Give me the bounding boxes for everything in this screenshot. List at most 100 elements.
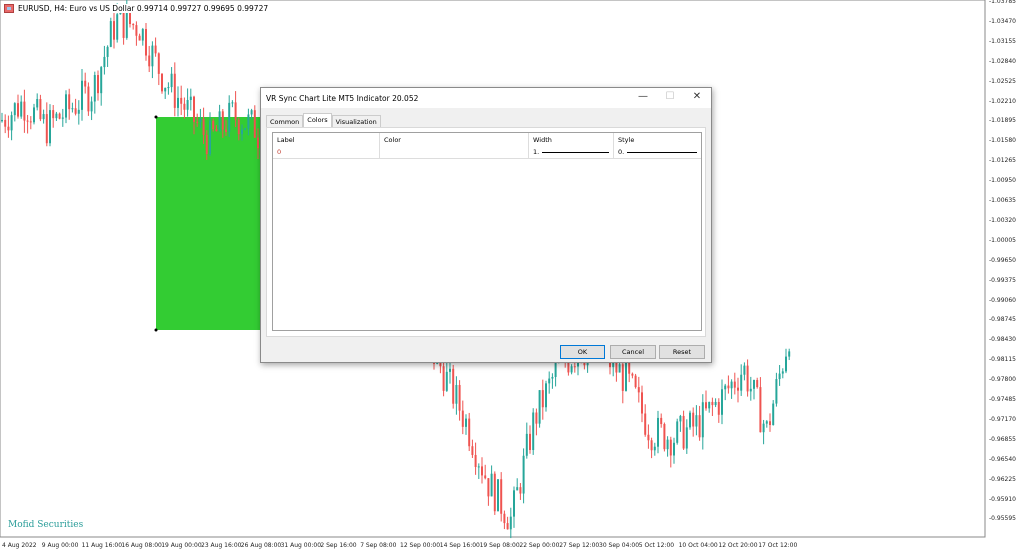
candle-body xyxy=(714,401,717,406)
tab-common[interactable]: Common xyxy=(266,115,304,127)
candle-body xyxy=(778,373,781,380)
candle-body xyxy=(93,75,96,102)
row-label[interactable]: 0 xyxy=(273,146,380,158)
candle-body xyxy=(695,415,698,427)
candle-body xyxy=(183,103,186,110)
candle-body xyxy=(212,120,215,130)
candle-body xyxy=(116,14,119,40)
table-row[interactable]: 0 1. 0. xyxy=(273,146,701,159)
candle-body xyxy=(445,371,448,391)
col-label[interactable]: Label xyxy=(273,133,380,146)
price-axis-label: -0.96540 xyxy=(989,455,1016,463)
candle-body xyxy=(45,114,48,144)
row-color[interactable] xyxy=(380,146,529,158)
candle-body xyxy=(33,107,35,123)
candle-body xyxy=(77,109,80,114)
candle-body xyxy=(567,362,570,373)
candle-body xyxy=(29,121,32,123)
candle-body xyxy=(529,433,531,451)
candle-body xyxy=(474,454,477,467)
candle-body xyxy=(493,473,496,512)
price-axis-label: -0.99650 xyxy=(989,256,1016,264)
candle-body xyxy=(461,410,464,427)
maximize-button[interactable]: ☐ xyxy=(660,91,680,102)
candle-body xyxy=(4,119,7,127)
candle-body xyxy=(666,439,669,450)
candle-body xyxy=(532,412,535,451)
rectangle-anchor xyxy=(154,115,158,119)
candle-body xyxy=(228,102,231,132)
price-axis-label: -0.98115 xyxy=(989,356,1016,364)
candle-body xyxy=(641,392,643,414)
tab-visualization[interactable]: Visualization xyxy=(331,115,381,127)
candle-body xyxy=(20,101,23,117)
candle-body xyxy=(749,388,752,392)
chart-title: EURUSD, H4: Euro vs US Dollar 0.99714 0.… xyxy=(4,4,269,13)
width-line-preview xyxy=(542,151,609,153)
candle-body xyxy=(692,412,695,427)
cancel-button[interactable]: Cancel xyxy=(610,345,656,359)
time-axis-label: 10 Oct 04:00 xyxy=(678,542,718,549)
candle-body xyxy=(199,118,202,122)
candle-body xyxy=(711,401,714,406)
candle-body xyxy=(132,24,135,26)
candle-body xyxy=(657,417,659,447)
col-style[interactable]: Style xyxy=(614,133,701,146)
price-axis-label: -1.00635 xyxy=(989,197,1016,204)
candle-body xyxy=(781,371,784,374)
candle-body xyxy=(170,73,173,88)
candle-body xyxy=(503,513,506,524)
candle-body xyxy=(231,102,234,104)
close-button[interactable]: ✕ xyxy=(687,91,707,102)
candle-body xyxy=(545,383,547,408)
candle-body xyxy=(13,103,16,116)
candle-body xyxy=(733,381,736,388)
candle-body xyxy=(468,418,471,447)
candle-body xyxy=(762,423,765,433)
candle-body xyxy=(49,110,51,144)
candle-body xyxy=(449,368,451,372)
price-axis-label: -0.97170 xyxy=(989,415,1016,423)
tab-colors[interactable]: Colors xyxy=(303,113,332,127)
candle-body xyxy=(743,365,746,375)
candle-body xyxy=(769,421,771,426)
price-axis-label: -1.02210 xyxy=(989,97,1016,105)
candle-body xyxy=(788,351,791,357)
candle-body xyxy=(730,381,733,389)
candle-body xyxy=(455,384,458,404)
price-axis-label: -1.03785 xyxy=(989,0,1016,5)
candle-body xyxy=(87,86,90,112)
time-axis-label: 23 Aug 16:00 xyxy=(201,542,242,549)
candle-body xyxy=(727,385,730,389)
price-axis-label: -1.00005 xyxy=(989,236,1016,244)
time-axis-label: 19 Aug 00:00 xyxy=(161,542,202,549)
time-axis-label: 14 Sep 16:00 xyxy=(439,542,480,549)
candle-body xyxy=(746,365,749,392)
indicator-dialog: VR Sync Chart Lite MT5 Indicator 20.052 … xyxy=(260,87,712,363)
row-width[interactable]: 1. xyxy=(529,146,614,158)
candle-body xyxy=(81,80,83,110)
price-axis-label: -1.03470 xyxy=(989,17,1016,25)
candle-body xyxy=(61,117,64,119)
candle-body xyxy=(500,479,503,514)
time-axis-label: 30 Sep 04:00 xyxy=(599,542,640,549)
candle-body xyxy=(634,375,637,388)
col-width[interactable]: Width xyxy=(529,133,614,146)
candle-body xyxy=(551,376,554,379)
minimize-button[interactable]: — xyxy=(633,91,653,102)
price-axis-label: -1.00320 xyxy=(989,216,1016,224)
row-style[interactable]: 0. xyxy=(614,146,701,158)
candle-body xyxy=(253,110,256,138)
ok-button[interactable]: OK xyxy=(560,345,605,359)
candle-body xyxy=(625,360,627,391)
candle-body xyxy=(717,401,720,415)
candle-body xyxy=(765,421,768,424)
candle-body xyxy=(682,415,685,449)
candle-body xyxy=(689,412,691,428)
col-color[interactable]: Color xyxy=(380,133,529,146)
time-axis-label: 2 Sep 16:00 xyxy=(320,542,357,549)
reset-button[interactable]: Reset xyxy=(659,345,705,359)
candle-body xyxy=(196,121,199,123)
candle-body xyxy=(52,110,55,119)
candle-body xyxy=(484,475,487,479)
